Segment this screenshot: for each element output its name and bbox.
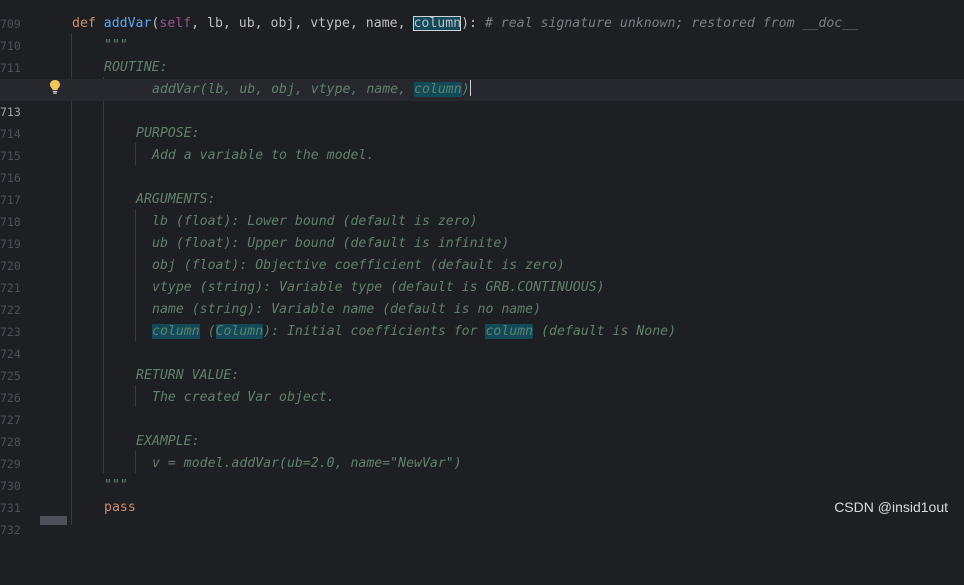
doc-text: obj (float): Objective coefficient (defa… [152, 258, 565, 273]
docstring-close: """ [104, 478, 128, 493]
code-line[interactable]: 723 name (string): Variable name (defaul… [0, 299, 964, 339]
code-line[interactable]: 730 v = model.addVar(ub=2.0, name="NewVa… [0, 453, 964, 493]
line-number: 732 [0, 523, 21, 537]
code-line[interactable]: 726 RETURN VALUE: [0, 365, 964, 405]
doc-text: name (string): Variable name (default is… [152, 302, 542, 317]
code-line[interactable]: 715 PURPOSE: [0, 123, 964, 163]
code-line[interactable]: 716 Add a variable to the model. [0, 145, 964, 185]
doc-text: ) [461, 82, 470, 97]
keyword-def: def [72, 16, 96, 31]
doc-text: ): Initial coefficients for [263, 324, 486, 339]
doc-text: v = model.addVar(ub=2.0, name="NewVar") [152, 456, 462, 471]
code-line[interactable]: 727 The created Var object. [0, 387, 964, 427]
doc-text: vtype (string): Variable type (default i… [152, 280, 605, 295]
doc-heading-return-value: RETURN VALUE: [136, 368, 240, 383]
doc-text: addVar(lb, ub, obj, vtype, name, [152, 82, 415, 97]
code-line[interactable]: 717 [0, 167, 964, 207]
doc-heading-routine: ROUTINE: [104, 60, 168, 75]
watermark: CSDN @insid1out [834, 499, 948, 515]
doc-text: lb (float): Lower bound (default is zero… [152, 214, 478, 229]
highlighted-word-column[interactable]: column [485, 324, 534, 339]
highlighted-word-column[interactable]: column [152, 324, 200, 339]
keyword-pass: pass [104, 500, 136, 515]
code-line[interactable]: 721 obj (float): Objective coefficient (… [0, 255, 964, 295]
code-line[interactable]: 724 column (Column): Initial coefficient… [0, 321, 964, 361]
signature-comment: # real signature unknown; restored from … [476, 16, 859, 31]
docstring-open: """ [104, 38, 128, 53]
code-line[interactable]: 718 ARGUMENTS: [0, 189, 964, 229]
highlighted-word-column[interactable]: column [414, 82, 462, 97]
code-line[interactable]: 710 def addVar(self, lb, ub, obj, vtype,… [0, 13, 964, 53]
lightbulb-icon[interactable] [48, 79, 62, 95]
text-caret [469, 80, 471, 96]
code-line[interactable]: 719 lb (float): Lower bound (default is … [0, 211, 964, 251]
code-line[interactable]: 722 vtype (string): Variable type (defau… [0, 277, 964, 317]
doc-text: Add a variable to the model. [152, 148, 375, 163]
code-line[interactable]: 711 """ [0, 35, 964, 75]
param-list: , lb, ub, obj, vtype, name, [191, 16, 414, 31]
doc-heading-purpose: PURPOSE: [136, 126, 200, 141]
doc-text: (default is None) [533, 324, 677, 339]
function-name[interactable]: addVar [104, 16, 152, 31]
doc-text: The created Var object. [152, 390, 335, 405]
code-line[interactable]: 729 EXAMPLE: [0, 431, 964, 471]
code-line[interactable]: 732 pass [0, 497, 964, 537]
horizontal-scrollbar-thumb[interactable] [40, 516, 67, 525]
code-editor[interactable]: 709 710 def addVar(self, lb, ub, obj, vt… [0, 0, 964, 537]
code-line[interactable]: 731 """ [0, 475, 964, 515]
code-line[interactable]: 725 [0, 343, 964, 383]
code-line[interactable]: 709 [0, 0, 964, 31]
code-line[interactable]: 712 ROUTINE: [0, 57, 964, 97]
highlighted-param-column[interactable]: column [413, 16, 462, 31]
doc-text: ub (float): Upper bound (default is infi… [152, 236, 510, 251]
signature-end: ): [461, 16, 477, 31]
code-line[interactable]: 728 [0, 409, 964, 449]
doc-heading-arguments: ARGUMENTS: [136, 192, 216, 207]
code-line[interactable]: 714 [0, 101, 964, 141]
doc-text: ( [199, 324, 216, 339]
current-code-line[interactable]: 713 addVar(lb, ub, obj, vtype, name, col… [0, 79, 964, 119]
self-param: self [159, 16, 192, 31]
code-line[interactable]: 720 ub (float): Upper bound (default is … [0, 233, 964, 273]
highlighted-word-column-type[interactable]: Column [215, 324, 264, 339]
doc-heading-example: EXAMPLE: [136, 434, 200, 449]
